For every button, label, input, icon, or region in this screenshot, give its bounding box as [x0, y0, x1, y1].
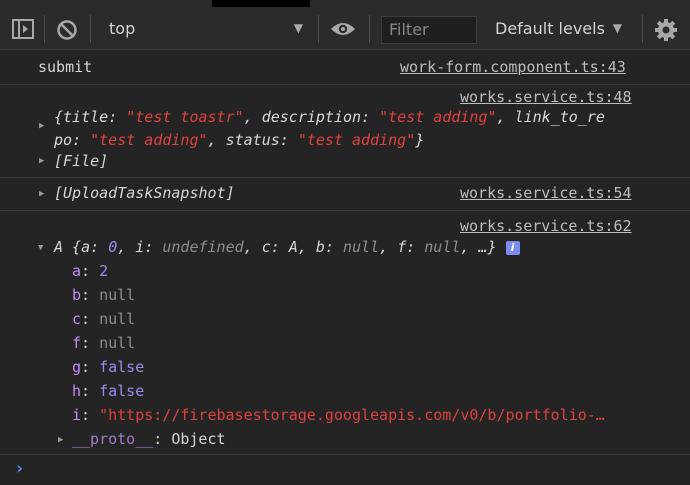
context-value: top: [109, 19, 136, 38]
clear-console-icon[interactable]: [56, 19, 78, 41]
console-message: submit work-form.component.ts:43: [0, 51, 690, 85]
property-row: a: 2: [72, 262, 109, 280]
source-link[interactable]: works.service.ts:54: [460, 184, 632, 202]
object-summary[interactable]: A {a: 0, i: undefined, c: A, b: null, f:…: [54, 238, 520, 256]
collapse-triangle-icon[interactable]: ▼: [38, 243, 43, 253]
filter-input[interactable]: Filter: [381, 16, 477, 44]
object-preview-line[interactable]: po: "test adding", status: "test adding"…: [54, 131, 424, 149]
console-toolbar: top ▼ Filter Default levels ▼: [0, 7, 690, 50]
expand-triangle-icon[interactable]: ▶: [39, 189, 44, 199]
dropdown-arrow-icon: ▼: [293, 21, 303, 35]
dropdown-arrow-icon: ▼: [612, 21, 622, 35]
eye-icon[interactable]: [330, 21, 356, 37]
upload-snapshot-entry[interactable]: [UploadTaskSnapshot]: [54, 184, 235, 202]
toolbar-separator: [44, 15, 45, 43]
source-link[interactable]: work-form.component.ts:43: [400, 58, 626, 76]
filter-placeholder: Filter: [389, 20, 429, 39]
gear-icon[interactable]: [654, 18, 678, 42]
source-link[interactable]: works.service.ts:62: [460, 217, 632, 235]
log-text: submit: [38, 58, 93, 76]
redacted-block: [212, 0, 310, 7]
sidebar-toggle-icon[interactable]: [12, 19, 34, 39]
expand-triangle-icon[interactable]: ▶: [39, 156, 44, 166]
toolbar-separator: [318, 15, 319, 43]
expand-triangle-icon[interactable]: ▶: [39, 121, 44, 131]
source-link[interactable]: works.service.ts:48: [460, 88, 632, 106]
property-row: g: false: [72, 358, 145, 376]
console-message: ▶ [UploadTaskSnapshot] works.service.ts:…: [0, 178, 690, 211]
info-icon[interactable]: i: [505, 241, 520, 255]
expand-triangle-icon[interactable]: ▶: [58, 435, 63, 445]
proto-row[interactable]: __proto__: Object: [72, 430, 226, 448]
property-row: h: false: [72, 382, 145, 400]
top-strip: [0, 0, 690, 7]
toolbar-separator: [90, 15, 91, 43]
context-selector[interactable]: top ▼: [98, 12, 313, 45]
toolbar-separator: [369, 15, 370, 43]
log-levels-dropdown[interactable]: Default levels ▼: [487, 12, 632, 45]
property-row: c: null: [72, 310, 136, 328]
levels-value: Default levels: [495, 19, 605, 38]
object-preview-line[interactable]: {title: "test toastr", description: "tes…: [54, 108, 605, 126]
property-row: b: null: [72, 286, 136, 304]
file-entry[interactable]: [File]: [54, 152, 108, 170]
toolbar-separator: [642, 15, 643, 43]
console-message: works.service.ts:48 ▶ {title: "test toas…: [0, 85, 690, 178]
console-message: works.service.ts:62 ▼ A {a: 0, i: undefi…: [0, 211, 690, 455]
console-prompt-icon[interactable]: ›: [14, 458, 25, 479]
property-row: i: "https://firebasestorage.googleapis.c…: [72, 406, 605, 424]
property-row: f: null: [72, 334, 136, 352]
